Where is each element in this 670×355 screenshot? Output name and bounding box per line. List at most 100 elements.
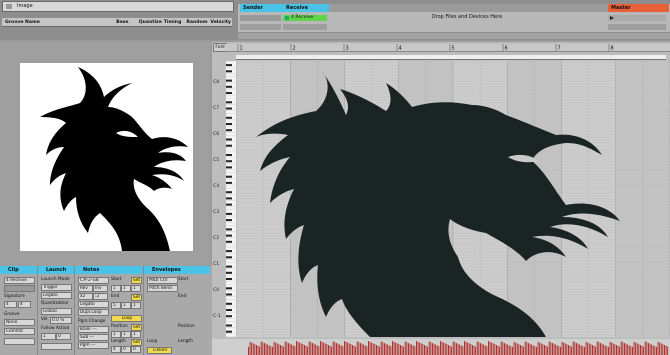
col-quantize[interactable]: Quantize <box>136 20 162 25</box>
velocity-bar[interactable] <box>430 342 432 355</box>
velocity-bar[interactable] <box>475 346 477 355</box>
velocity-bar[interactable] <box>392 341 393 355</box>
master-scene-slot[interactable] <box>608 15 666 21</box>
black-key[interactable] <box>226 138 232 141</box>
velocity-bar[interactable] <box>307 346 309 355</box>
sub-field[interactable]: Sub --- <box>78 334 109 341</box>
velocity-bar[interactable] <box>467 342 469 355</box>
black-key[interactable] <box>226 250 232 253</box>
envelope-device-select[interactable]: MIDI Ctrl <box>147 277 178 284</box>
velocity-bar[interactable] <box>313 343 315 355</box>
quantization-select[interactable]: Global <box>41 308 72 315</box>
velocity-bar[interactable] <box>270 346 272 355</box>
velocity-bar[interactable] <box>256 345 257 355</box>
velocity-bar[interactable] <box>560 347 561 355</box>
velocity-bar[interactable] <box>616 345 617 355</box>
receive-clip[interactable]: 4 Receive <box>283 15 327 21</box>
velocity-bar[interactable] <box>660 343 662 355</box>
velocity-bar[interactable] <box>342 346 344 355</box>
velocity-bar[interactable] <box>379 346 381 355</box>
black-key[interactable] <box>226 293 232 296</box>
velocity-bar[interactable] <box>424 345 425 355</box>
velocity-editor[interactable] <box>212 339 670 355</box>
length-beat[interactable]: 0 <box>121 346 131 353</box>
velocity-bar[interactable] <box>412 345 414 355</box>
velocity-bar[interactable] <box>436 345 438 355</box>
clip-color[interactable] <box>4 285 35 292</box>
col-groove-name[interactable]: Groove Name <box>2 20 113 25</box>
velocity-bar[interactable] <box>265 343 267 355</box>
velocity-bar[interactable] <box>585 341 587 355</box>
signature-denominator[interactable]: 4 <box>18 301 31 308</box>
velocity-bar[interactable] <box>273 341 275 355</box>
clip-name-field[interactable]: 4 Receive <box>4 277 35 284</box>
velocity-bar[interactable] <box>272 347 273 355</box>
black-key[interactable] <box>226 302 232 305</box>
velocity-bar[interactable] <box>403 346 405 355</box>
velocity-bar[interactable] <box>364 345 366 355</box>
velocity-bar[interactable] <box>332 341 334 355</box>
velocity-bar[interactable] <box>497 345 499 355</box>
velocity-bar[interactable] <box>380 341 382 355</box>
velocity-bar[interactable] <box>531 344 533 355</box>
velocity-bar[interactable] <box>643 346 645 355</box>
velocity-bar[interactable] <box>268 345 270 355</box>
velocity-bar[interactable] <box>499 346 501 355</box>
velocity-bar[interactable] <box>601 343 603 355</box>
track-header-sender[interactable]: Sender <box>240 4 284 12</box>
velocity-bar[interactable] <box>409 343 411 355</box>
velocity-bar[interactable] <box>456 343 457 355</box>
velocity-bar[interactable] <box>508 345 510 355</box>
legato-button[interactable]: Legato <box>41 292 72 299</box>
velocity-bar[interactable] <box>404 341 406 355</box>
velocity-bar[interactable] <box>664 345 665 355</box>
legato-notes-button[interactable]: Legato <box>78 301 109 308</box>
end-sixteenth[interactable]: 1 <box>131 302 141 309</box>
velocity-bar[interactable] <box>544 345 545 355</box>
velocity-bar[interactable] <box>516 343 518 355</box>
velocity-bar[interactable] <box>640 345 641 355</box>
velocity-bar[interactable] <box>433 343 435 355</box>
velocity-bar[interactable] <box>569 345 571 355</box>
velocity-bar[interactable] <box>619 346 621 355</box>
velocity-bar[interactable] <box>518 344 520 355</box>
velocity-bar[interactable] <box>281 345 283 355</box>
sender-clip-slot[interactable] <box>240 15 281 21</box>
velocity-bar[interactable] <box>350 344 352 355</box>
black-key[interactable] <box>226 228 232 231</box>
velocity-bar[interactable] <box>440 341 441 355</box>
velocity-bar[interactable] <box>360 343 361 355</box>
velocity-bar[interactable] <box>481 343 483 355</box>
velocity-bar[interactable] <box>324 343 326 355</box>
velocity-bar[interactable] <box>292 345 294 355</box>
velocity-bar[interactable] <box>532 345 534 355</box>
velocity-bar[interactable] <box>267 344 269 355</box>
velocity-bar[interactable] <box>276 343 278 355</box>
velocity-bar[interactable] <box>657 341 659 355</box>
rev-button[interactable]: Rev <box>78 285 93 292</box>
velocity-bar[interactable] <box>387 344 389 355</box>
velocity-bar[interactable] <box>460 345 462 355</box>
velocity-bar[interactable] <box>441 341 443 355</box>
black-key[interactable] <box>226 129 232 132</box>
session-scrollbar[interactable] <box>238 33 670 39</box>
start-bar[interactable]: 1 <box>111 285 121 292</box>
velocity-bar[interactable] <box>358 342 360 355</box>
black-key[interactable] <box>226 197 232 200</box>
velocity-bar[interactable] <box>520 345 521 355</box>
velocity-bar[interactable] <box>427 346 429 355</box>
velocity-bar[interactable] <box>505 343 507 355</box>
black-key[interactable] <box>226 256 232 259</box>
velocity-bar[interactable] <box>577 343 579 355</box>
velocity-bar[interactable] <box>473 345 475 355</box>
velocity-bar[interactable] <box>529 343 531 355</box>
velocity-bar[interactable] <box>579 344 581 355</box>
velocity-bar[interactable] <box>480 343 481 355</box>
velocity-bar[interactable] <box>368 341 369 355</box>
note-range-field[interactable]: C#-2-G8 <box>78 277 109 284</box>
velocity-bar[interactable] <box>574 342 576 355</box>
velocity-bar[interactable] <box>590 344 592 355</box>
div2-button[interactable]: :2 <box>93 293 108 300</box>
velocity-bar[interactable] <box>296 341 297 355</box>
velocity-bar[interactable] <box>483 344 485 355</box>
